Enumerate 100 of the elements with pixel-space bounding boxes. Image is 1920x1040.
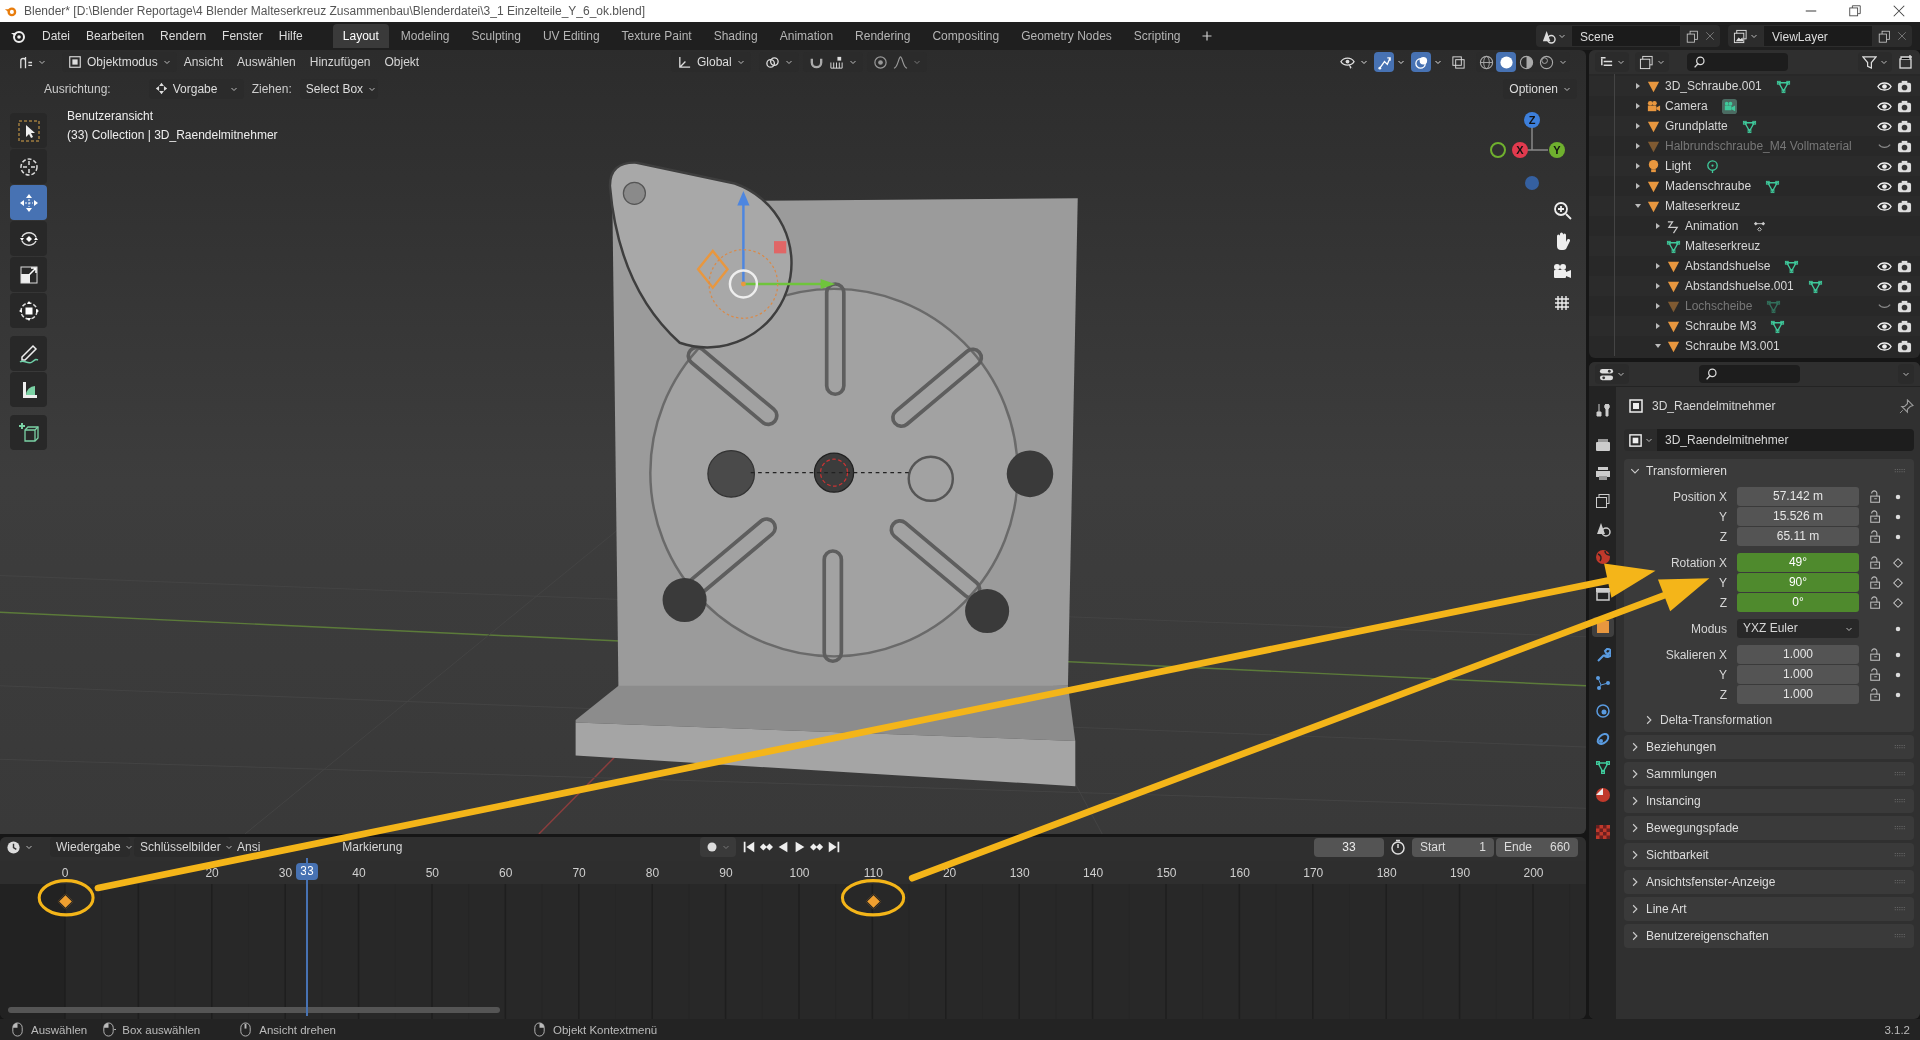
search-field[interactable] [1687,53,1788,71]
number-field[interactable]: 15.526 m [1737,507,1859,526]
camera-toggle-icon[interactable] [1897,138,1912,154]
jump-end-icon[interactable] [827,840,841,854]
camera-toggle-icon[interactable] [1897,98,1912,114]
select-box-tool[interactable] [10,113,47,148]
add-cube-tool[interactable] [10,415,47,450]
zoom-icon[interactable] [1552,200,1572,220]
filter-icon[interactable] [1862,54,1877,70]
pivot-link-icon[interactable] [764,54,780,70]
chevron-right-icon[interactable] [1630,769,1640,779]
start-frame-field[interactable]: Start 1 [1412,837,1494,857]
properties-editor-icon[interactable] [1599,366,1614,382]
restore-icon[interactable] [1848,4,1862,18]
copy-icon[interactable] [1878,29,1891,43]
keyframe-diamond-icon[interactable] [1893,597,1903,608]
timeline-menu[interactable]: Ansi [232,840,266,854]
stopwatch-icon[interactable] [1390,839,1406,855]
chevron-right-icon[interactable] [1630,823,1640,833]
jump-start-icon[interactable] [742,840,756,854]
panel-title[interactable]: Line Art [1646,902,1687,916]
solid-sphere-button[interactable] [1496,52,1516,72]
mode-dropdown[interactable]: YXZ Euler [1737,619,1859,638]
close-icon[interactable] [1892,4,1906,18]
chevron-down-icon[interactable] [1630,466,1640,476]
number-field[interactable]: 90° [1737,573,1859,592]
workspace-tab[interactable]: Sculpting [461,24,531,48]
number-field[interactable]: 1.000 [1737,685,1859,704]
keyframe-dot-icon[interactable] [1895,533,1901,540]
keyframe-dot-icon[interactable] [1895,671,1901,678]
collapsed-arrow-icon[interactable] [1634,142,1642,150]
outliner-item[interactable]: Schraube M3 [1685,319,1757,333]
workspace-tab[interactable]: Scripting [1123,24,1191,48]
chevron-right-icon[interactable] [1630,877,1640,887]
collapsed-arrow-icon[interactable] [1654,262,1662,270]
ruler-tool[interactable] [10,372,47,407]
viewport-menu[interactable]: Ansicht [176,52,231,72]
camera-toggle-icon[interactable] [1897,278,1912,294]
keyframe-diamond-icon[interactable] [1893,577,1903,588]
lock-icon[interactable] [1869,555,1883,570]
play-icon[interactable] [793,840,807,854]
scrollbar[interactable] [8,1007,500,1013]
collapsed-arrow-icon[interactable] [1634,122,1642,130]
workspace-tab[interactable]: Layout [332,24,389,48]
light-data-icon[interactable] [1705,158,1721,174]
lock-icon[interactable] [1869,667,1883,682]
number-field[interactable]: 1.000 [1737,645,1859,664]
workspace-tab[interactable]: Modeling [390,24,460,48]
camera-toggle-icon[interactable] [1897,298,1912,314]
outliner-item[interactable]: Light [1665,159,1692,173]
camera-toggle-icon[interactable] [1897,338,1912,354]
object-name-field[interactable]: 3D_Raendelmitnehmer [1657,429,1914,451]
keyframe-dot-icon[interactable] [1895,493,1901,500]
mesh-data-icon[interactable] [1784,258,1800,274]
viewport-menu[interactable]: Auswählen [230,52,303,72]
grid-icon[interactable] [1552,293,1572,313]
viewport-menu[interactable]: Hinzufügen [302,52,378,72]
workspace-tab[interactable]: Animation [769,24,844,48]
outliner-item[interactable]: Animation [1685,219,1739,233]
scale-tool[interactable] [10,257,47,292]
camera-toggle-icon[interactable] [1897,78,1912,94]
expanded-arrow-icon[interactable] [1634,202,1642,210]
falloff-curve-icon[interactable] [892,54,908,70]
keyframe-dot-icon[interactable] [1895,651,1901,658]
outliner-item[interactable]: Camera [1665,99,1708,113]
add-icon[interactable] [1200,30,1213,42]
object-icon[interactable] [1628,432,1643,448]
keyframe-diamond-icon[interactable] [1893,557,1903,568]
camera-toggle-icon[interactable] [1897,178,1912,194]
panel-title[interactable]: Transformieren [1646,464,1727,478]
lock-icon[interactable] [1869,529,1883,544]
panel-title[interactable]: Sichtbarkeit [1646,848,1709,862]
number-field[interactable]: 1.000 [1737,665,1859,684]
menu-item[interactable]: Rendern [152,26,215,46]
lock-icon[interactable] [1869,575,1883,590]
image-stack-icon[interactable] [1639,54,1654,70]
move-gizmo[interactable] [696,190,836,319]
pencil-tool[interactable] [10,336,47,371]
timeline-menu[interactable]: Markierung [337,840,408,854]
mesh-data-icon[interactable] [1807,278,1823,294]
record-icon[interactable] [706,841,718,853]
chevron-right-icon[interactable] [1630,742,1640,752]
chevron-right-icon[interactable] [1644,715,1654,725]
lock-icon[interactable] [1869,489,1883,504]
workspace-tab[interactable]: Shading [703,24,768,48]
pin-icon[interactable] [1899,398,1914,414]
collapsed-arrow-icon[interactable] [1634,82,1642,90]
workspace-tab[interactable]: Compositing [922,24,1010,48]
outliner-item[interactable]: Schraube M3.001 [1685,339,1780,353]
cursor-tool[interactable] [10,149,47,184]
outliner-item[interactable]: Malteserkreuz [1685,239,1761,253]
current-frame-field[interactable]: 33 [1314,837,1384,857]
menu-item[interactable]: Fenster [214,26,271,46]
outliner-item[interactable]: Malteserkreuz [1665,199,1741,213]
keyframe-dot-icon[interactable] [1895,513,1901,520]
overlay-circles-toggle[interactable] [1411,52,1431,72]
panel-title[interactable]: Bewegungspfade [1646,821,1739,835]
lock-icon[interactable] [1869,687,1883,702]
play-reverse-icon[interactable] [776,840,790,854]
collapsed-arrow-icon[interactable] [1654,302,1662,310]
